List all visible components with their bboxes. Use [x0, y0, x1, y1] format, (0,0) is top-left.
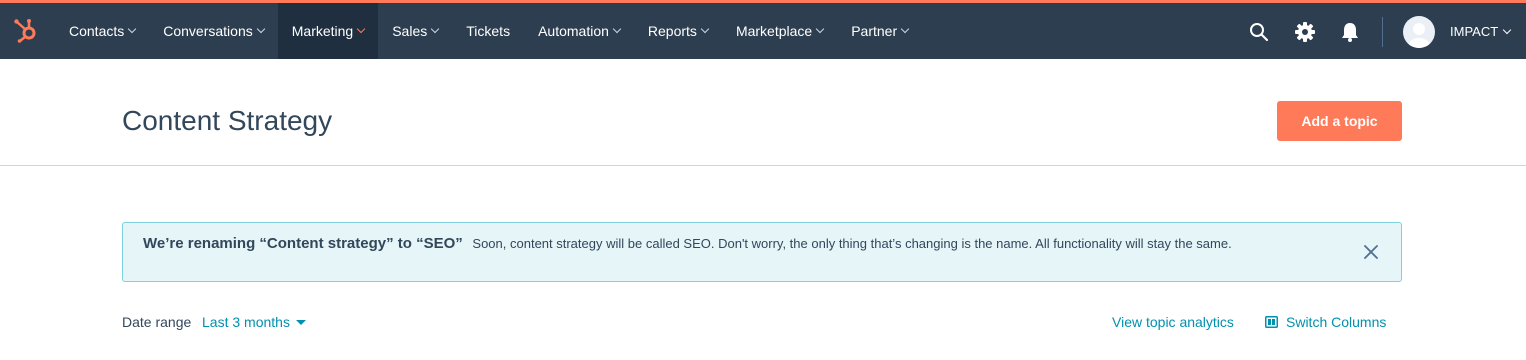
bell-icon[interactable]: [1339, 21, 1361, 43]
nav-item-marketplace[interactable]: Marketplace: [722, 3, 837, 59]
nav-item-partner[interactable]: Partner: [837, 3, 922, 59]
nav-item-marketing[interactable]: Marketing: [277, 3, 379, 59]
view-topic-analytics-link[interactable]: View topic analytics: [1112, 314, 1234, 330]
rename-alert: We’re renaming “Content strategy” to “SE…: [122, 222, 1402, 282]
nav-item-reports[interactable]: Reports: [634, 3, 722, 59]
alert-text: We’re renaming “Content strategy” to “SE…: [143, 234, 1308, 254]
alert-title: We’re renaming “Content strategy” to “SE…: [143, 235, 463, 252]
chevron-down-icon: [431, 24, 440, 34]
nav-item-sales[interactable]: Sales: [378, 3, 452, 59]
alert-body: Soon, content strategy will be called SE…: [472, 236, 1232, 251]
columns-icon[interactable]: [1265, 316, 1278, 328]
chevron-down-icon: [900, 24, 910, 34]
nav-item-label: Partner: [851, 23, 898, 39]
date-range-label: Date range: [122, 314, 192, 330]
date-range-dropdown[interactable]: Last 3 months: [202, 314, 306, 330]
nav-item-automation[interactable]: Automation: [524, 3, 634, 59]
account-name: IMPACT: [1450, 24, 1499, 39]
nav-item-label: Marketplace: [735, 23, 813, 39]
switch-columns-link[interactable]: Switch Columns: [1286, 314, 1386, 330]
chevron-down-icon: [128, 24, 137, 34]
nav-item-label: Contacts: [69, 23, 125, 39]
nav-item-contacts[interactable]: Contacts: [55, 3, 149, 59]
nav-item-label: Reports: [647, 23, 697, 39]
chevron-down-icon: [815, 24, 825, 34]
nav-item-label: Tickets: [466, 23, 511, 39]
chevron-down-icon: [700, 24, 710, 34]
caret-down-icon: [295, 319, 306, 325]
navbar-divider: [1382, 17, 1383, 47]
chevron-down-icon: [612, 24, 622, 34]
user-icon: [1408, 23, 1430, 48]
add-topic-button[interactable]: Add a topic: [1277, 101, 1402, 141]
page-title: Content Strategy: [122, 105, 333, 136]
filter-bar: Date range Last 3 months View topic anal…: [122, 313, 1402, 333]
hubspot-logo-icon[interactable]: [12, 16, 40, 44]
nav-item-label: Sales: [392, 23, 428, 39]
nav-item-conversations[interactable]: Conversations: [149, 3, 278, 59]
chevron-down-icon: [1502, 25, 1512, 34]
page-header: Content Strategy Add a topic: [0, 59, 1526, 166]
chevron-down-icon: [356, 24, 366, 34]
nav-item-label: Conversations: [163, 23, 253, 39]
account-menu[interactable]: IMPACT: [1450, 24, 1512, 39]
search-icon[interactable]: [1248, 21, 1270, 43]
close-icon[interactable]: [1363, 244, 1379, 260]
chevron-down-icon: [256, 24, 265, 34]
nav-item-label: Marketing: [291, 23, 354, 39]
date-range-value: Last 3 months: [202, 314, 290, 330]
nav-item-tickets[interactable]: Tickets: [452, 3, 524, 59]
main-nav: Contacts Conversations Marketing Sales T…: [55, 3, 922, 59]
gear-icon[interactable]: [1294, 21, 1316, 43]
nav-item-label: Automation: [538, 23, 609, 39]
top-navbar: Contacts Conversations Marketing Sales T…: [0, 0, 1526, 59]
avatar[interactable]: [1403, 16, 1435, 48]
